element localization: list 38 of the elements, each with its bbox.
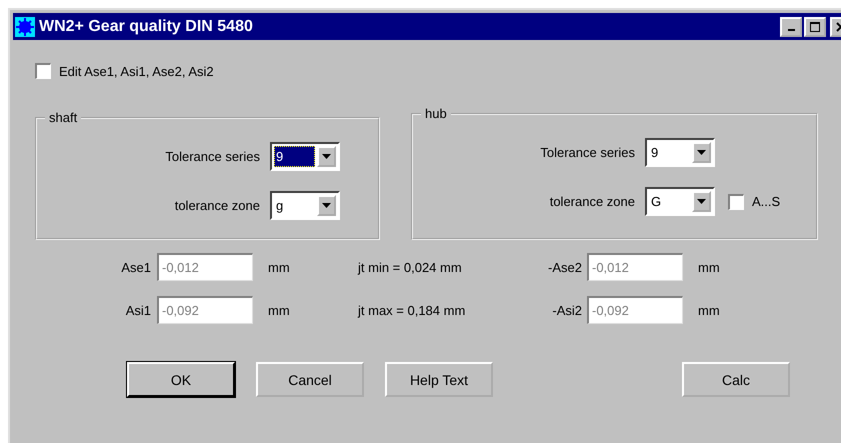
info-text: jt max = 0,184 mm [358,302,466,318]
caret-icon [697,199,706,204]
unit-label: mm [267,302,291,318]
info-text: jt min = 0,024 mm [358,260,463,274]
dropdown[interactable]: 9 [645,138,715,167]
dropdown[interactable]: G [645,187,715,216]
minimize-icon [788,28,794,30]
field-label: Ase1 [120,260,151,274]
dialog-button[interactable]: Cancel [256,362,364,397]
combo-label: Tolerance series [164,149,260,164]
dialog-button[interactable]: Help Text [385,362,493,397]
caret-icon [322,154,331,159]
field-label: -Ase2 [547,260,582,274]
field-label: Asi1 [124,302,151,318]
dialog-button[interactable]: Calc [682,362,790,397]
minimize-button[interactable] [780,16,802,36]
field-label: -Asi2 [551,302,582,318]
group-title: hub [424,106,448,121]
dropdown[interactable]: 9 [270,142,340,171]
checkbox[interactable] [728,194,744,210]
unit-label: mm [697,302,721,318]
gear-icon [15,16,35,36]
dropdown[interactable]: g [270,191,340,220]
window-title: WN2+ Gear quality DIN 5480 [39,18,254,36]
combo-label: Tolerance series [539,145,635,160]
combo-label: tolerance zone [174,198,260,213]
maximize-icon [810,22,820,32]
caret-icon [322,203,331,208]
combo-label: tolerance zone [548,194,635,209]
checkbox-label: A...S [752,194,780,209]
maximize-button[interactable] [804,16,826,36]
checkbox-label: Edit Ase1, Asi1, Ase2, Asi2 [59,64,214,78]
unit-label: mm [267,260,291,274]
caret-icon [697,150,706,155]
checkbox[interactable] [35,63,51,79]
unit-label: mm [697,260,721,274]
group-title: shaft [48,110,78,125]
dialog-button[interactable]: OK [127,362,235,397]
